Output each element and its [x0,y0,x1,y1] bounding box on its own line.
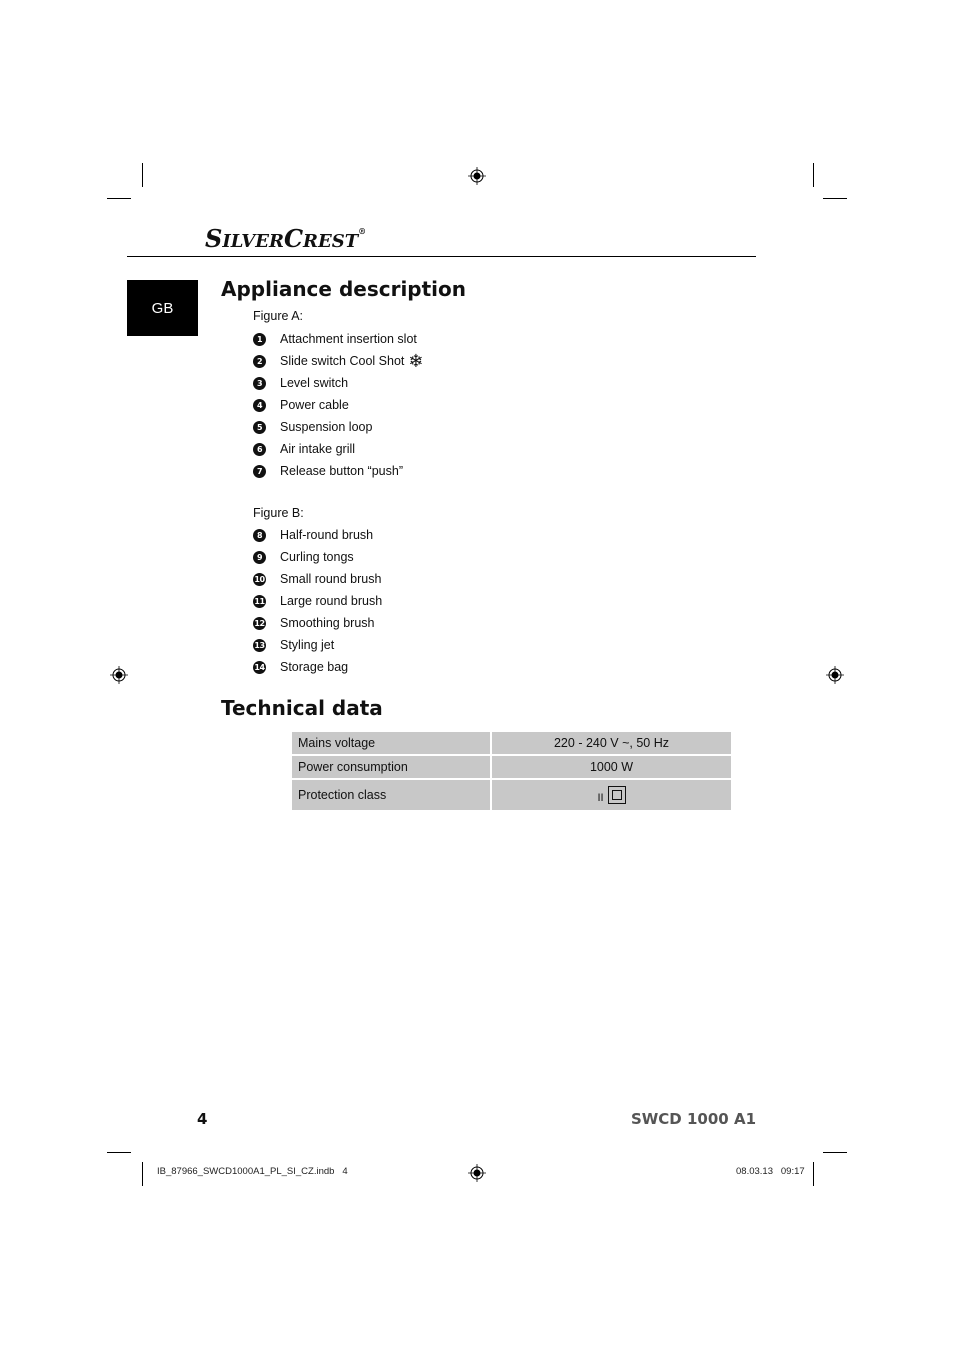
table-value: 220 - 240 V ~, 50 Hz [492,732,731,754]
item-label: Small round brush [280,572,382,586]
table-value-cell: II [492,780,731,810]
registration-mark-icon [468,1164,486,1182]
table-value: 1000 W [492,756,731,778]
item-label: Attachment insertion slot [280,332,417,346]
list-item: 7 Release button “push” [253,462,403,480]
item-number-badge: 14 [253,660,266,674]
item-label: Suspension loop [280,420,373,434]
item-label: Slide switch Cool Shot [280,354,405,368]
item-number-badge: 2 [253,354,266,368]
item-number-badge: 4 [253,398,266,412]
language-tab: GB [127,280,198,336]
item-number-badge: 13 [253,638,266,652]
item-label: Curling tongs [280,550,354,564]
file-slug: IB_87966_SWCD1000A1_PL_SI_CZ.indb 4 [157,1166,348,1177]
registered-mark: ® [358,226,367,236]
list-item: 6 Air intake grill [253,440,355,458]
crop-mark [823,1152,847,1153]
table-key: Protection class [292,780,490,810]
snowflake-icon: ❄ [408,351,424,371]
list-item: 1 Attachment insertion slot [253,330,417,348]
item-label: Air intake grill [280,442,356,456]
item-number-badge: 8 [253,528,266,542]
crop-mark [813,1162,814,1186]
crop-mark [107,1152,131,1153]
crop-mark [142,1162,143,1186]
item-number-badge: 1 [253,332,266,346]
item-number-badge: 5 [253,420,266,434]
list-item: 10 Small round brush [253,570,381,588]
item-number-badge: 11 [253,594,266,608]
page-number: 4 [197,1110,208,1128]
logo-letter: C [283,224,304,253]
item-number-badge: 3 [253,376,266,390]
table-key: Mains voltage [292,732,490,754]
figure-b-label: Figure B: [253,506,304,520]
item-label: Large round brush [280,594,383,608]
table-row: Power consumption 1000 W [292,756,731,778]
item-label: Styling jet [280,638,335,652]
double-insulation-icon [607,786,626,804]
item-label: Half-round brush [280,528,374,542]
item-number-badge: 7 [253,464,266,478]
list-item: 13 Styling jet [253,636,334,654]
logo-letter: S [205,224,223,253]
model-number: SWCD 1000 A1 [630,1110,756,1128]
registration-mark-icon [826,666,844,684]
list-item: 2 Slide switch Cool Shot ❄ [253,352,423,370]
table-row: Protection class II [292,780,731,810]
registration-mark-icon [468,167,486,185]
logo-text: ILVER [222,231,284,252]
figure-a-label: Figure A: [253,309,304,323]
list-item: 12 Smoothing brush [253,614,375,632]
crop-mark [107,198,131,199]
table-row: Mains voltage 220 - 240 V ~, 50 Hz [292,732,731,754]
crop-mark [142,163,143,187]
item-label: Power cable [280,398,349,412]
header-rule [127,256,756,257]
list-item: 3 Level switch [253,374,348,392]
item-number-badge: 10 [253,572,266,586]
item-label: Release button “push” [280,464,403,478]
item-number-badge: 9 [253,550,266,564]
item-number-badge: 12 [253,616,266,630]
print-date-time: 08.03.13 09:17 [736,1166,805,1177]
protection-class-value: II [597,792,604,805]
list-item: 4 Power cable [253,396,349,414]
item-label: Level switch [280,376,349,390]
list-item: 8 Half-round brush [253,526,373,544]
section-title-appliance-description: Appliance description [221,277,467,301]
list-item: 11 Large round brush [253,592,382,610]
technical-data-table: Mains voltage 220 - 240 V ~, 50 Hz Power… [290,730,733,812]
list-item: 14 Storage bag [253,658,348,676]
crop-mark [813,163,814,187]
item-number-badge: 6 [253,442,266,456]
table-key: Power consumption [292,756,490,778]
item-label: Storage bag [280,660,349,674]
section-title-technical-data: Technical data [221,696,383,720]
item-label: Smoothing brush [280,616,375,630]
list-item: 9 Curling tongs [253,548,354,566]
registration-mark-icon [110,666,128,684]
brand-logo: SILVERCREST® [205,224,366,253]
crop-mark [823,198,847,199]
list-item: 5 Suspension loop [253,418,372,436]
logo-text: REST [303,231,359,252]
